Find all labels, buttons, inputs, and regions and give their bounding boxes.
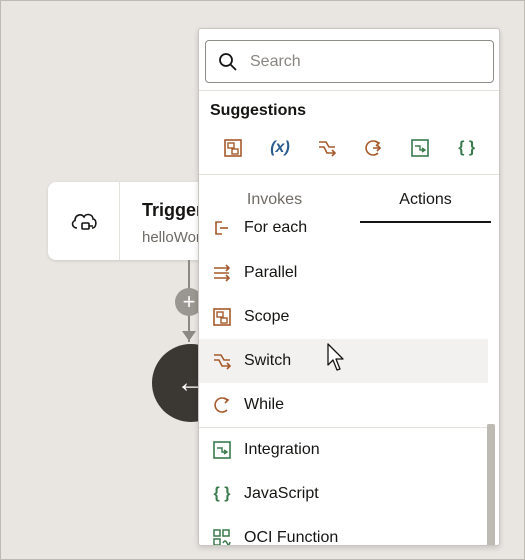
while-icon bbox=[210, 393, 234, 417]
item-label: For each bbox=[244, 219, 308, 236]
search-input[interactable] bbox=[250, 52, 470, 71]
divider bbox=[199, 90, 499, 91]
search-icon bbox=[219, 52, 237, 71]
divider bbox=[199, 174, 499, 175]
integration-icon bbox=[210, 438, 234, 462]
item-label: While bbox=[244, 396, 285, 413]
item-label: Switch bbox=[244, 352, 292, 369]
action-picker-panel: Suggestions (x) bbox=[198, 28, 500, 546]
list-item-scope[interactable]: Scope bbox=[199, 295, 488, 339]
list-item-integration[interactable]: Integration bbox=[199, 428, 488, 472]
action-list: For each Parallel Scope Switch While Int… bbox=[199, 214, 499, 546]
trigger-icon-box bbox=[48, 182, 120, 260]
mouse-cursor-icon bbox=[327, 343, 344, 371]
switch-icon bbox=[318, 141, 336, 157]
list-item-for-each[interactable]: For each bbox=[199, 214, 488, 250]
suggestion-variable[interactable]: (x) bbox=[257, 133, 304, 163]
item-label: JavaScript bbox=[244, 485, 319, 502]
tab-invokes-label: Invokes bbox=[246, 191, 303, 208]
suggestions-title: Suggestions bbox=[210, 102, 307, 119]
connector-arrow bbox=[182, 331, 196, 341]
item-label: OCI Function bbox=[244, 529, 339, 546]
list-item-while[interactable]: While bbox=[199, 383, 488, 427]
suggestions-row: (x) {} bbox=[210, 133, 490, 163]
cloud-plug-icon bbox=[71, 213, 97, 230]
suggestion-javascript[interactable]: { } bbox=[443, 133, 490, 163]
list-item-parallel[interactable]: Parallel bbox=[199, 251, 488, 295]
suggestion-while[interactable] bbox=[350, 133, 397, 163]
suggestion-scope[interactable] bbox=[210, 133, 257, 163]
integration-icon bbox=[411, 139, 429, 157]
parallel-icon bbox=[210, 261, 234, 285]
suggestion-switch[interactable] bbox=[303, 133, 350, 163]
search-box[interactable] bbox=[205, 40, 494, 83]
javascript-icon: { } bbox=[458, 139, 476, 156]
variable-icon: (x) bbox=[270, 139, 290, 156]
scope-icon bbox=[210, 305, 234, 329]
for-each-icon bbox=[210, 216, 234, 240]
list-item-oci-function[interactable]: OCI Function bbox=[199, 516, 488, 546]
item-label: Scope bbox=[244, 308, 290, 325]
tab-actions-label: Actions bbox=[399, 191, 452, 208]
canvas: Trigger helloWorld + ← Suggestions bbox=[0, 0, 525, 560]
item-label: Integration bbox=[244, 441, 320, 458]
oci-function-icon bbox=[210, 526, 234, 545]
switch-icon bbox=[210, 349, 234, 373]
list-item-javascript[interactable]: { } JavaScript bbox=[199, 472, 488, 516]
while-icon bbox=[365, 140, 382, 156]
suggestion-integration[interactable] bbox=[397, 133, 444, 163]
javascript-icon: { } bbox=[213, 485, 231, 502]
scrollbar[interactable] bbox=[487, 424, 495, 545]
scope-icon bbox=[224, 139, 243, 157]
item-label: Parallel bbox=[244, 264, 298, 281]
